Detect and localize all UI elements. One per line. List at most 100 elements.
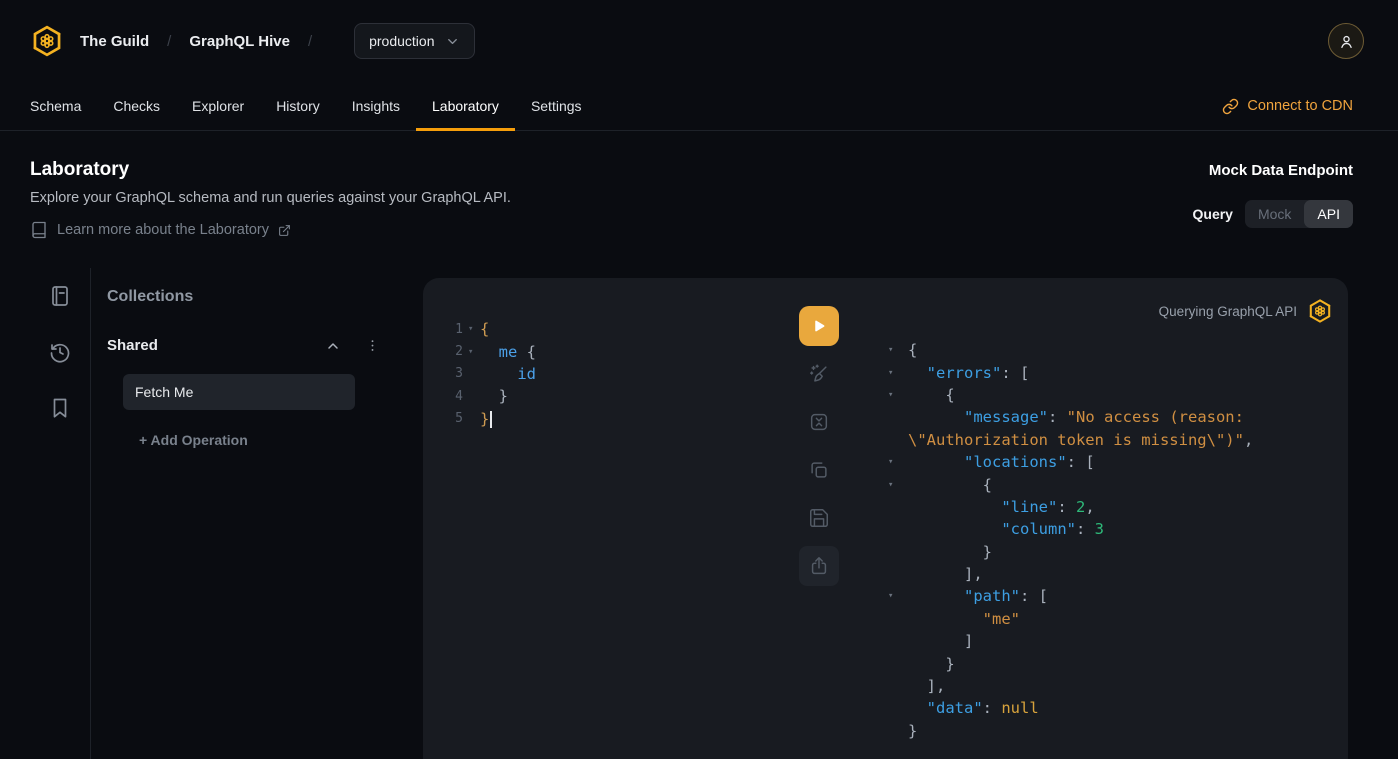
tab-history[interactable]: History [260, 82, 336, 130]
code-text: } [908, 722, 917, 740]
fold-arrow-icon[interactable]: ▾ [885, 457, 908, 467]
execute-query-button[interactable] [799, 306, 839, 346]
code-text: "locations": [ [908, 453, 1095, 471]
code-text: "path": [ [908, 587, 1048, 605]
line-number: 2 [453, 344, 463, 359]
line-number: 5 [453, 411, 463, 426]
tab-settings[interactable]: Settings [515, 82, 598, 130]
code-text: } [908, 543, 992, 561]
connect-cdn-label: Connect to CDN [1247, 98, 1353, 114]
editor-line: 5} [453, 408, 536, 430]
response-line: } [885, 652, 1253, 674]
fold-arrow-icon[interactable]: ▾ [463, 347, 480, 357]
response-line: ▾ "path": [ [885, 585, 1253, 607]
code-text: ], [908, 565, 983, 583]
hive-logo [30, 24, 64, 58]
fold-arrow-icon[interactable]: ▾ [885, 345, 908, 355]
fold-arrow-icon[interactable]: ▾ [463, 324, 480, 334]
code-text: } [908, 655, 955, 673]
response-line: ], [885, 563, 1253, 585]
save-icon[interactable] [799, 498, 839, 538]
code-text: id [480, 365, 536, 383]
learn-more-label: Learn more about the Laboratory [57, 222, 269, 238]
code-text: { [908, 386, 955, 404]
collections-panel: Collections Shared Fetch Me + Add Operat… [91, 268, 401, 448]
response-line: } [885, 720, 1253, 742]
breadcrumb-project[interactable]: GraphQL Hive [189, 33, 290, 50]
code-text: "message": "No access (reason: [908, 408, 1244, 426]
app-header: The Guild / GraphQL Hive / production [0, 0, 1398, 82]
nav-tabs: SchemaChecksExplorerHistoryInsightsLabor… [14, 82, 598, 130]
editor-line: 2▾ me { [453, 340, 536, 362]
bookmark-icon[interactable] [48, 396, 72, 420]
docs-icon[interactable] [48, 284, 72, 308]
response-header: Querying GraphQL API [1159, 298, 1333, 324]
learn-more-link[interactable]: Learn more about the Laboratory [30, 221, 511, 239]
code-text: "data": null [908, 699, 1039, 717]
response-line: "message": "No access (reason: [885, 406, 1253, 428]
mock-endpoint-title: Mock Data Endpoint [1209, 162, 1353, 179]
breadcrumb-separator: / [167, 33, 171, 50]
code-text: { [480, 320, 489, 338]
tab-checks[interactable]: Checks [97, 82, 176, 130]
fold-arrow-icon[interactable]: ▾ [885, 390, 908, 400]
add-operation-button[interactable]: + Add Operation [139, 432, 248, 448]
page-subtitle: Explore your GraphQL schema and run quer… [30, 190, 511, 206]
collection-items: Fetch Me [107, 374, 401, 410]
graphiql-panel: 1▾{2▾ me {3 id4 }5} [423, 278, 1348, 759]
share-icon[interactable] [799, 546, 839, 586]
breadcrumb-org[interactable]: The Guild [80, 33, 149, 50]
response-line: "me" [885, 608, 1253, 630]
user-avatar[interactable] [1328, 23, 1364, 59]
kebab-icon[interactable] [365, 338, 380, 353]
target-selector[interactable]: production [354, 23, 474, 59]
fold-arrow-icon[interactable]: ▾ [885, 368, 908, 378]
code-text: \"Authorization token is missing\")", [908, 431, 1253, 449]
connect-cdn-link[interactable]: Connect to CDN [1222, 82, 1353, 130]
response-line: ▾ "locations": [ [885, 451, 1253, 473]
response-line: "column": 3 [885, 518, 1253, 540]
response-viewer: ▾{▾ "errors": [▾ { "message": "No access… [885, 339, 1253, 742]
fold-arrow-icon[interactable]: ▾ [885, 480, 908, 490]
external-link-icon [278, 224, 291, 237]
target-selector-value: production [369, 33, 434, 49]
response-line: ▾ { [885, 473, 1253, 495]
collections-title: Collections [107, 288, 401, 306]
chevron-down-icon [445, 34, 460, 49]
tab-schema[interactable]: Schema [14, 82, 97, 130]
page-title: Laboratory [30, 159, 511, 181]
code-text: "me" [908, 610, 1020, 628]
tool-rail [0, 268, 91, 759]
tab-laboratory[interactable]: Laboratory [416, 82, 515, 130]
fold-arrow-icon[interactable]: ▾ [885, 591, 908, 601]
code-text: { [908, 341, 917, 359]
main-nav: SchemaChecksExplorerHistoryInsightsLabor… [0, 82, 1398, 131]
link-icon [1222, 98, 1239, 115]
copy-icon[interactable] [799, 450, 839, 490]
code-text: ] [908, 632, 973, 650]
toggle-option-api[interactable]: API [1304, 200, 1353, 228]
breadcrumb-separator: / [308, 33, 312, 50]
toggle-option-mock[interactable]: Mock [1245, 200, 1304, 228]
collection-group-name: Shared [107, 337, 158, 354]
history-icon[interactable] [48, 340, 72, 364]
response-line: ▾{ [885, 339, 1253, 361]
collection-operation-item[interactable]: Fetch Me [123, 374, 355, 410]
response-line: ], [885, 675, 1253, 697]
laboratory-main: Collections Shared Fetch Me + Add Operat… [0, 268, 1398, 759]
tab-explorer[interactable]: Explorer [176, 82, 260, 130]
query-editor[interactable]: 1▾{2▾ me {3 id4 }5} [453, 318, 536, 430]
chevron-up-icon[interactable] [325, 338, 341, 354]
response-status: Querying GraphQL API [1159, 304, 1297, 319]
merge-icon[interactable] [799, 402, 839, 442]
response-line: ▾ { [885, 384, 1253, 406]
editor-line: 1▾{ [453, 318, 536, 340]
response-line: ] [885, 630, 1253, 652]
text-cursor [490, 411, 492, 428]
code-text: "line": 2, [908, 498, 1095, 516]
line-number: 4 [453, 389, 463, 404]
hive-logo [1307, 298, 1333, 324]
execute-toolbar [799, 306, 839, 586]
tab-insights[interactable]: Insights [336, 82, 416, 130]
prettify-icon[interactable] [799, 354, 839, 394]
